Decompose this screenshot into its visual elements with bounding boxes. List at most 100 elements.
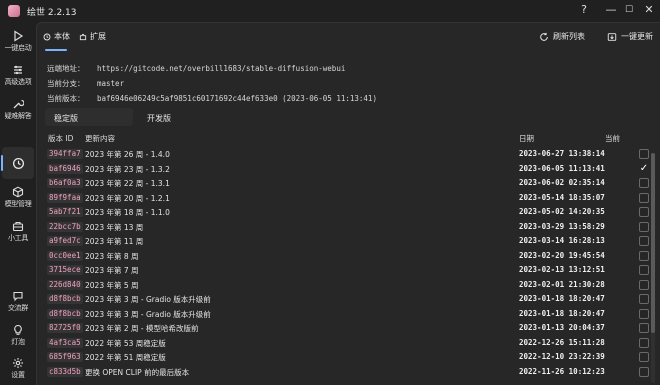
version-date: 2023-03-29 13:58:29 bbox=[519, 221, 605, 231]
current-checkbox bbox=[639, 265, 649, 275]
version-description: 2023 年第 3 周 - Gradio 版本升级前 bbox=[85, 295, 211, 304]
version-date: 2023-05-02 14:20:35 bbox=[519, 207, 605, 216]
version-hash: 3715ece bbox=[47, 265, 83, 275]
clock-icon bbox=[43, 33, 51, 40]
scrollbar-thumb[interactable] bbox=[651, 153, 655, 333]
current-checkbox bbox=[639, 178, 649, 188]
version-date: 2023-02-01 21:30:28 bbox=[519, 279, 605, 289]
header-date: 日期 bbox=[519, 134, 534, 143]
version-date: 2023-02-20 19:45:54 bbox=[519, 250, 605, 260]
minimize-button[interactable]: — bbox=[602, 2, 620, 18]
header-version-id: 版本 ID bbox=[48, 134, 74, 143]
version-hash: 22bcc7b bbox=[47, 221, 83, 232]
version-description: 2023 年第 7 周 bbox=[85, 266, 139, 275]
version-description: 2022 年第 53 周稳定版 bbox=[85, 338, 166, 348]
version-description: 2023 年第 5 周 bbox=[85, 280, 139, 290]
current-checkbox bbox=[639, 250, 649, 261]
sidebar-item-label: 一键启动 bbox=[4, 44, 32, 52]
version-hash: d8f8bcb bbox=[47, 294, 83, 304]
version-date: 2023-03-14 16:28:13 bbox=[519, 236, 605, 245]
current-checkbox bbox=[639, 279, 649, 290]
version-date: 2022-12-10 23:22:39 bbox=[519, 352, 605, 361]
bulb-icon bbox=[14, 324, 22, 335]
update-icon bbox=[607, 32, 617, 41]
main-panel: 本体 扩展 刷新列表 一键更新 远端地址： https://gitcode.net… bbox=[36, 22, 660, 385]
remote-url-label: 远端地址： bbox=[47, 64, 85, 73]
version-description: 2023 年第 3 周 - Gradio 版本升级前 bbox=[85, 309, 211, 319]
sidebar-item-model-manager[interactable]: 模型管理 bbox=[0, 186, 36, 209]
version-date: 2023-01-13 20:04:37 bbox=[519, 323, 605, 332]
one-click-update-button[interactable]: 一键更新 bbox=[607, 31, 653, 42]
current-checkbox bbox=[639, 236, 649, 246]
header-current: 当前 bbox=[605, 134, 620, 143]
sidebar-item-label: 高级选项 bbox=[4, 78, 32, 86]
version-hash: 89f9faa bbox=[47, 192, 83, 203]
clock-icon bbox=[12, 157, 24, 170]
sidebar-item-launch[interactable]: 一键启动 bbox=[0, 30, 36, 53]
gear-icon bbox=[13, 358, 23, 368]
table-row: 4af3ca5 2022 年第 53 周稳定版 2022-12-26 15:11:2… bbox=[45, 336, 651, 351]
version-hash: 394ffa7 bbox=[47, 149, 83, 159]
version-hash: b6af0a3 bbox=[47, 178, 83, 188]
tab-core-label: 本体 bbox=[54, 32, 70, 41]
table-row: 89f9faa 2023 年第 20 周 - 1.2.1 2023-05-14 18… bbox=[45, 191, 651, 206]
sidebar-item-tips[interactable]: 灯泡 bbox=[0, 324, 36, 347]
sidebar-item-label: 模型管理 bbox=[4, 200, 32, 208]
table-row: a9fed7c2023 年第 11 周2023-03-14 16:28:13切换 bbox=[45, 234, 651, 249]
sidebar-item-community[interactable]: 交流群 bbox=[0, 290, 36, 313]
tab-extensions-label: 扩展 bbox=[90, 32, 106, 41]
current-checkbox bbox=[639, 221, 649, 232]
title-bar: 绘世 2.2.13 ? — ☐ ✕ bbox=[0, 0, 660, 22]
refresh-icon bbox=[540, 32, 548, 41]
help-button[interactable]: ? bbox=[575, 2, 593, 18]
refresh-list-button[interactable]: 刷新列表 bbox=[539, 31, 585, 42]
version-description: 2023 年第 26 周 - 1.4.0 bbox=[85, 150, 170, 159]
version-description: 2023 年第 22 周 - 1.3.1 bbox=[85, 179, 170, 188]
maximize-button[interactable]: ☐ bbox=[620, 2, 638, 18]
current-checkbox bbox=[639, 323, 649, 333]
version-hash: 82725f0 bbox=[47, 323, 83, 333]
top-bar: 本体 扩展 刷新列表 一键更新 bbox=[37, 23, 660, 53]
current-checkmark-icon: ✓ bbox=[639, 162, 649, 174]
version-hash: 226d840 bbox=[47, 279, 83, 290]
sidebar-item-tools[interactable]: 小工具 bbox=[0, 220, 36, 243]
sidebar-item-advanced[interactable]: 高级选项 bbox=[0, 64, 36, 87]
version-date: 2022-11-26 10:12:23 bbox=[519, 366, 605, 376]
refresh-list-label: 刷新列表 bbox=[553, 32, 585, 41]
tab-core[interactable]: 本体 bbox=[43, 31, 70, 42]
sliders-icon bbox=[14, 65, 22, 75]
tab-stable[interactable]: 稳定版 bbox=[54, 113, 78, 124]
table-row: 226d8402023 年第 5 周2023-02-01 21:30:28切换 bbox=[45, 278, 651, 293]
version-hash: 685f963 bbox=[47, 352, 83, 362]
sidebar-item-troubleshoot[interactable]: 疑难解答 bbox=[0, 98, 36, 121]
table-row: 22bcc7b2023 年第 13 周2023-03-29 13:58:29切换 bbox=[45, 220, 651, 235]
version-row: 当前版本： baf6946e06249c5af9851c60171692c44ef… bbox=[47, 93, 377, 104]
sidebar-item-version[interactable] bbox=[0, 157, 36, 170]
version-description: 2023 年第 13 周 bbox=[85, 222, 144, 232]
version-hash: d8f8bcb bbox=[47, 308, 83, 319]
version-hash: a9fed7c bbox=[47, 236, 83, 246]
tab-extensions[interactable]: 扩展 bbox=[79, 31, 106, 42]
table-scrollbar[interactable] bbox=[651, 153, 655, 383]
current-checkbox bbox=[639, 192, 649, 203]
sidebar-item-label: 疑难解答 bbox=[4, 112, 32, 120]
version-date: 2023-02-13 13:12:51 bbox=[519, 265, 605, 274]
table-row: baf6946 2023 年第 23 周 - 1.3.2 2023-06-05 11… bbox=[45, 162, 651, 177]
play-icon bbox=[14, 30, 24, 42]
current-checkbox bbox=[639, 352, 649, 362]
table-row: 3715ece2023 年第 7 周2023-02-13 13:12:51切换 bbox=[45, 263, 651, 278]
version-description: 2023 年第 20 周 - 1.2.1 bbox=[85, 193, 170, 203]
version-description: 2023 年第 18 周 - 1.1.0 bbox=[85, 208, 170, 217]
close-button[interactable]: ✕ bbox=[640, 2, 658, 18]
chat-icon bbox=[13, 291, 23, 302]
sidebar-item-label: 交流群 bbox=[7, 304, 29, 312]
version-date: 2023-05-14 18:35:07 bbox=[519, 192, 605, 202]
sidebar-item-settings[interactable]: 设置 bbox=[0, 357, 36, 380]
wrench-icon bbox=[13, 99, 24, 109]
version-date: 2023-01-18 18:20:47 bbox=[519, 308, 605, 318]
tab-dev[interactable]: 开发版 bbox=[147, 113, 171, 124]
table-row: d8f8bcb 2023 年第 3 周 - Gradio 版本升级前 2023-01… bbox=[45, 307, 651, 322]
branch-value: master bbox=[97, 79, 125, 88]
toolbox-icon bbox=[12, 221, 24, 232]
table-row: 5ab7f21 2023 年第 18 周 - 1.1.0 2023-05-02 14… bbox=[45, 205, 651, 220]
